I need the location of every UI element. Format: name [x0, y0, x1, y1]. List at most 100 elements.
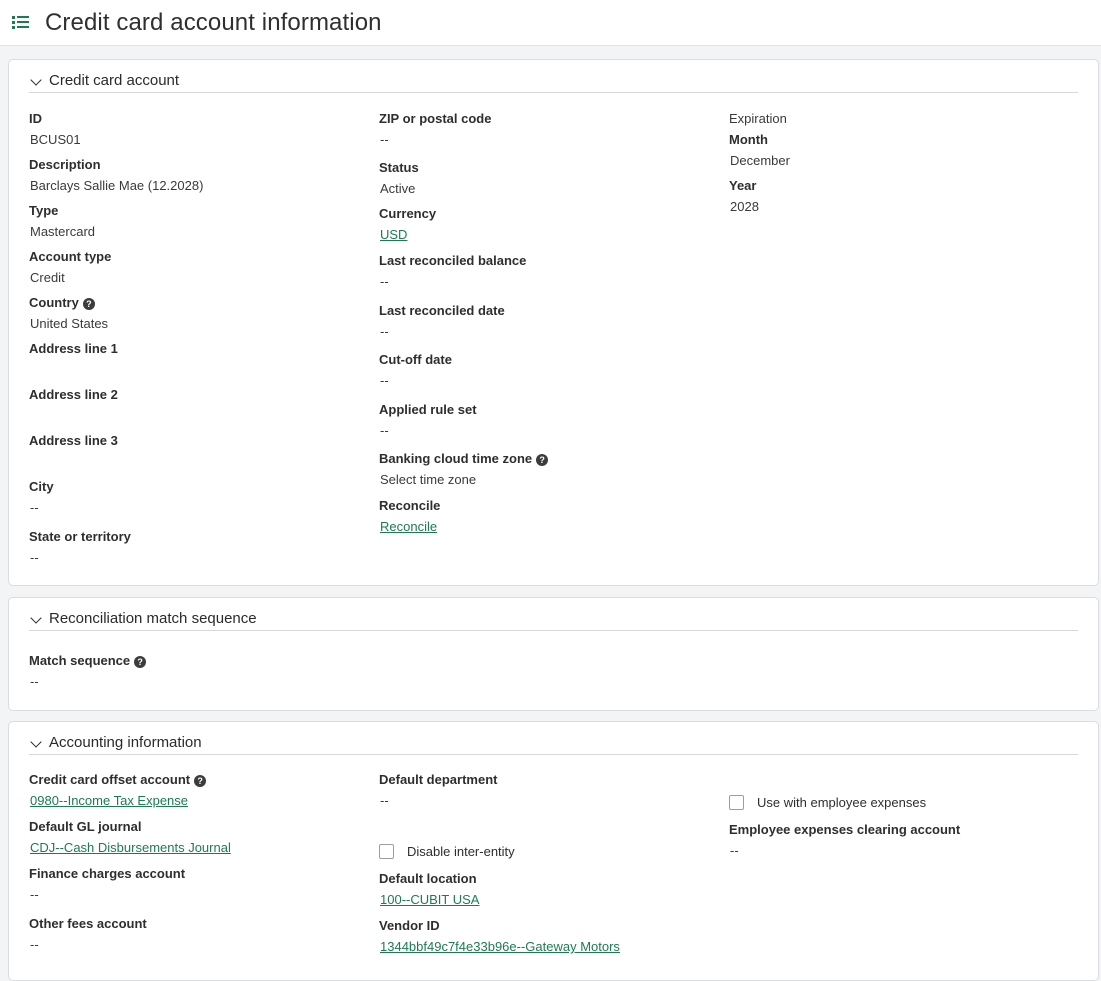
state-label: State or territory [29, 529, 131, 544]
default-department-label: Default department [379, 772, 498, 787]
description-label: Description [29, 157, 101, 172]
chevron-down-icon[interactable] [30, 74, 42, 86]
applied-rule-set-value: -- [380, 423, 389, 438]
section-title: Credit card account [49, 72, 180, 89]
description-value: Barclays Sallie Mae (12.2028) [30, 178, 204, 193]
vendor-id-label: Vendor ID [379, 918, 440, 933]
month-value: December [730, 153, 790, 168]
last-reconciled-balance-value: -- [380, 274, 389, 289]
currency-link[interactable]: USD [380, 227, 407, 242]
id-field: ID BCUS01 [29, 111, 81, 147]
reconciliation-section: Reconciliation match sequence Match sequ… [8, 597, 1099, 711]
default-location-link[interactable]: 100--CUBIT USA [380, 892, 479, 907]
last-reconciled-date-label: Last reconciled date [379, 303, 505, 318]
employee-clearing-value: -- [730, 843, 739, 858]
match-sequence-value: -- [30, 674, 39, 689]
time-zone-field: Banking cloud time zone? Select time zon… [379, 451, 549, 487]
default-department-field: Default department -- [379, 772, 497, 808]
use-with-employee-expenses-row: Use with employee expenses [729, 795, 926, 810]
last-reconciled-date-field: Last reconciled date -- [379, 303, 505, 339]
expiration-group: Expiration Month December Year 2028 [729, 111, 790, 214]
help-icon[interactable]: ? [134, 656, 147, 668]
offset-account-link[interactable]: 0980--Income Tax Expense [30, 793, 188, 808]
time-zone-value[interactable]: Select time zone [379, 472, 548, 487]
finance-charges-label: Finance charges account [29, 866, 186, 881]
id-label: ID [29, 111, 42, 126]
use-with-employee-expenses-checkbox[interactable] [729, 795, 744, 810]
account-type-label: Account type [29, 249, 112, 264]
section-header[interactable]: Accounting information [29, 734, 1078, 755]
state-field: State or territory -- [29, 529, 131, 565]
employee-clearing-label: Employee expenses clearing account [729, 822, 961, 837]
state-value: -- [30, 550, 39, 565]
vendor-id-link[interactable]: 1344bbf49c7f4e33b96e--Gateway Motors [380, 939, 620, 954]
help-icon[interactable]: ? [536, 454, 549, 466]
cutoff-date-field: Cut-off date -- [379, 352, 452, 388]
offset-account-label: Credit card offset account [29, 772, 191, 787]
address-line-3-value [29, 454, 118, 469]
offset-account-field: Credit card offset account? 0980--Income… [29, 772, 207, 808]
chevron-down-icon[interactable] [30, 612, 42, 624]
finance-charges-value: -- [30, 887, 39, 902]
country-value: United States [30, 316, 109, 331]
address-line-3-label: Address line 3 [29, 433, 118, 448]
type-label: Type [29, 203, 59, 218]
default-location-label: Default location [379, 871, 477, 886]
section-header[interactable]: Credit card account [29, 72, 1078, 93]
year-label: Year [729, 178, 757, 193]
vendor-id-field: Vendor ID 1344bbf49c7f4e33b96e--Gateway … [379, 918, 620, 954]
finance-charges-field: Finance charges account -- [29, 866, 185, 902]
reconcile-link[interactable]: Reconcile [380, 519, 437, 534]
address-line-2-field: Address line 2 [29, 387, 118, 423]
expiration-label: Expiration [729, 111, 787, 126]
currency-label: Currency [379, 206, 437, 221]
account-type-value: Credit [30, 270, 65, 285]
address-line-1-label: Address line 1 [29, 341, 118, 356]
default-department-value: -- [380, 793, 389, 808]
status-value: Active [380, 181, 416, 196]
match-sequence-label: Match sequence [29, 653, 131, 668]
account-type-field: Account type Credit [29, 249, 111, 285]
other-fees-field: Other fees account -- [29, 916, 147, 952]
applied-rule-set-label: Applied rule set [379, 402, 477, 417]
country-field: Country? United States [29, 295, 108, 331]
gl-journal-field: Default GL journal CDJ--Cash Disbursemen… [29, 819, 231, 855]
section-header[interactable]: Reconciliation match sequence [29, 610, 1078, 631]
applied-rule-set-field: Applied rule set -- [379, 402, 477, 438]
section-title: Accounting information [49, 734, 202, 751]
disable-inter-entity-checkbox[interactable] [379, 844, 394, 859]
list-icon[interactable] [12, 15, 30, 31]
credit-card-account-section: Credit card account ID BCUS01 Descriptio… [8, 59, 1099, 586]
month-label: Month [729, 132, 768, 147]
city-field: City -- [29, 479, 54, 515]
use-with-employee-expenses-label: Use with employee expenses [757, 795, 927, 810]
default-location-field: Default location 100--CUBIT USA [379, 871, 479, 907]
city-value: -- [30, 500, 39, 515]
other-fees-label: Other fees account [29, 916, 147, 931]
last-reconciled-balance-label: Last reconciled balance [379, 253, 527, 268]
chevron-down-icon[interactable] [30, 736, 42, 748]
type-field: Type Mastercard [29, 203, 95, 239]
address-line-1-field: Address line 1 [29, 341, 118, 377]
status-field: Status Active [379, 160, 419, 196]
description-field: Description Barclays Sallie Mae (12.2028… [29, 157, 203, 193]
zip-value: -- [380, 132, 389, 147]
cutoff-date-value: -- [380, 373, 389, 388]
cutoff-date-label: Cut-off date [379, 352, 452, 367]
gl-journal-link[interactable]: CDJ--Cash Disbursements Journal [30, 840, 231, 855]
page-header: Credit card account information [0, 0, 1101, 46]
employee-clearing-field: Employee expenses clearing account -- [729, 822, 960, 858]
help-icon[interactable]: ? [194, 775, 207, 787]
address-line-3-field: Address line 3 [29, 433, 118, 469]
id-value: BCUS01 [30, 132, 81, 147]
country-label: Country [29, 295, 79, 310]
help-icon[interactable]: ? [82, 298, 95, 310]
currency-field: Currency USD [379, 206, 436, 242]
reconcile-field: Reconcile Reconcile [379, 498, 440, 534]
reconcile-label: Reconcile [379, 498, 441, 513]
zip-field: ZIP or postal code -- [379, 111, 491, 147]
disable-inter-entity-label: Disable inter-entity [407, 844, 515, 859]
last-reconciled-date-value: -- [380, 324, 389, 339]
address-line-2-value [29, 408, 118, 423]
disable-inter-entity-row: Disable inter-entity [379, 844, 515, 859]
